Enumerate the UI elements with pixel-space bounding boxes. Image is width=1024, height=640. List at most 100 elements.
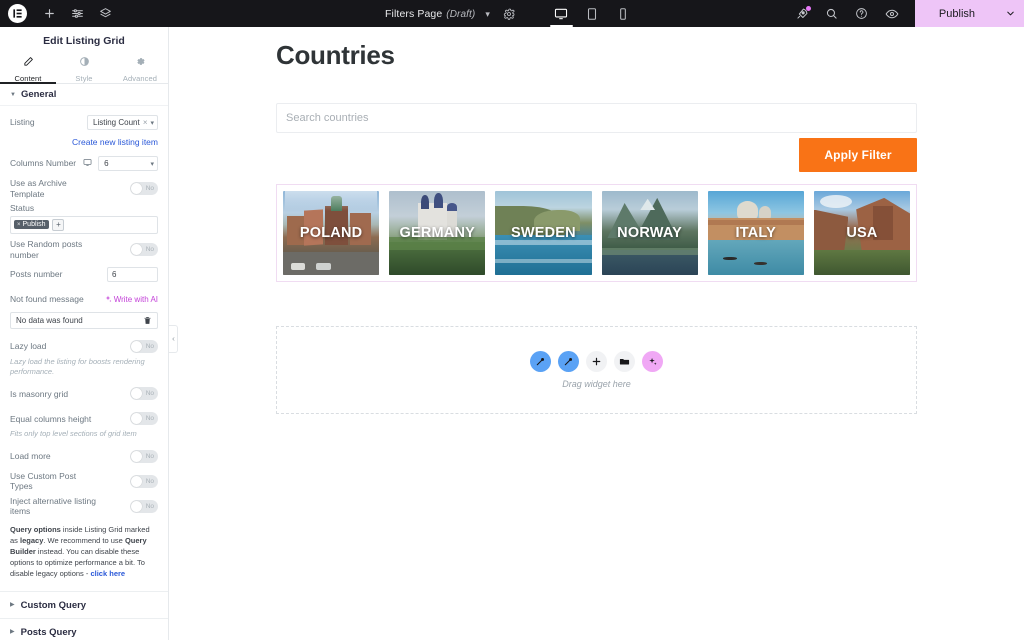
control-listing: Listing Listing Country × ▾ [10,112,158,133]
half-circle-icon [79,54,90,72]
tab-style-label: Style [75,74,93,83]
control-columns-number-label: Columns Number [10,158,92,170]
chevron-right-icon: ▶ [10,602,15,609]
close-x-icon[interactable]: × [143,118,148,127]
not-found-message-input[interactable]: No data was found [10,312,158,330]
publish-button[interactable]: Publish [914,0,997,27]
control-custom-post-types-label: Use Custom Post Types [10,470,77,492]
posts-number-input[interactable]: 6 [107,267,158,283]
document-title-text: Filters Page [385,7,443,20]
canvas-content: Countries Search countries Apply Filter [169,40,1024,415]
add-widget-magic-icon[interactable] [530,351,551,373]
listing-select[interactable]: Listing Country × ▾ [87,115,158,130]
columns-number-select[interactable]: 6 ▾ [98,156,158,171]
listing-card-germany[interactable]: GERMANY [389,191,486,276]
listing-card-caption: USA [846,225,878,242]
listing-card-sweden[interactable]: SWEDEN [495,191,592,276]
equal-columns-toggle[interactable]: No [130,412,158,426]
publish-group: Publish [914,0,1024,27]
plus-icon[interactable]: + [52,218,65,231]
custom-post-types-toggle[interactable]: No [130,474,158,488]
listing-card-usa[interactable]: USA [813,191,911,276]
dropzone-label: Drag widget here [562,379,631,390]
write-with-ai-link[interactable]: Write with AI [104,295,158,305]
layers-icon[interactable] [92,0,118,27]
listing-select-value: Listing Country [93,118,140,127]
help-icon[interactable] [847,0,877,27]
chevron-down-icon: ▾ [150,119,154,127]
chevron-right-icon: ▶ [10,629,15,636]
publish-options-chevron-down-icon[interactable] [997,0,1024,27]
archive-template-toggle[interactable]: No [130,182,158,196]
search-countries-input[interactable]: Search countries [276,103,917,134]
chevron-down-icon: ▾ [150,160,154,168]
listing-grid-widget[interactable]: POLAND GERMANY SWEDEN NORWAY ITALY USA [276,184,917,283]
document-title[interactable]: Filters Page (Draft) ▾ [385,8,490,20]
toggle-knob [131,450,142,462]
control-custom-post-types: Use Custom Post Types No [10,471,158,492]
device-tablet-button[interactable] [577,0,608,27]
drag-widget-dropzone[interactable]: Drag widget here [276,326,917,415]
notice-part-1: Query options [10,525,61,534]
device-mobile-button[interactable] [608,0,639,27]
tab-advanced[interactable]: Advanced [112,54,168,83]
elementor-logo-icon[interactable] [8,4,27,23]
control-columns-number: Columns Number 6 ▾ [10,153,158,174]
monitor-icon[interactable] [83,158,92,170]
chevron-down-icon[interactable]: ▾ [485,9,490,19]
listing-card-italy[interactable]: ITALY [707,191,804,276]
control-lazy-load: Lazy load No [10,336,158,357]
inject-alternative-toggle[interactable]: No [130,499,158,513]
tab-style[interactable]: Style [56,54,112,83]
legacy-query-notice: Query options inside Listing Grid marked… [10,525,158,579]
lazy-load-state: No [145,343,154,351]
control-masonry-label: Is masonry grid [10,388,69,399]
search-icon[interactable] [817,0,847,27]
control-masonry: Is masonry grid No [10,383,158,404]
site-launcher-icon[interactable] [787,0,817,27]
create-new-listing-item-link[interactable]: Create new listing item [10,137,158,147]
pencil-icon [23,54,34,72]
status-tag-publish[interactable]: × Publish [14,220,50,230]
close-x-icon[interactable]: × [17,222,21,228]
ai-generate-icon[interactable] [642,351,663,373]
device-desktop-button[interactable] [546,0,577,27]
posts-number-value: 6 [112,270,117,280]
apply-filter-button[interactable]: Apply Filter [799,138,917,173]
control-random-posts: Use Random posts number No [10,239,158,260]
notification-badge [805,6,811,11]
inject-alternative-state: No [145,502,154,510]
sliders-icon[interactable] [64,0,90,27]
trash-icon[interactable] [143,316,152,325]
panel-collapse-handle[interactable] [169,325,178,353]
random-posts-toggle[interactable]: No [130,243,158,256]
lazy-load-hint: Lazy load the listing for boosts renderi… [10,357,145,377]
editor-left-panel: Edit Listing Grid Content Style Advanced… [0,27,169,640]
control-inject-alternative-label: Inject alternative listing items [10,495,96,517]
listing-card-norway[interactable]: NORWAY [601,191,698,276]
control-not-found: Not found message Write with AI [10,289,158,310]
toggle-knob [131,244,142,255]
add-element-icon[interactable] [36,0,62,27]
listing-card-poland[interactable]: POLAND [283,191,380,276]
control-equal-columns: Equal columns height No [10,408,158,429]
chevron-down-icon: ▼ [10,91,16,98]
sparkle-icon [104,295,112,305]
add-element-icon[interactable] [586,351,607,373]
lazy-load-toggle[interactable]: No [130,340,158,354]
masonry-toggle[interactable]: No [130,387,158,401]
toggle-knob [131,413,142,425]
add-folder-icon[interactable] [614,351,635,373]
tab-content[interactable]: Content [0,54,56,84]
section-general-header[interactable]: ▼ General [0,84,168,106]
page-settings-gear-icon[interactable] [496,0,522,27]
add-widget-magic-alt-icon[interactable] [558,351,579,373]
accordion-custom-query[interactable]: ▶ Custom Query [0,591,168,619]
status-tag-label: Publish [22,221,46,229]
load-more-toggle[interactable]: No [130,449,158,463]
tab-content-label: Content [14,74,42,83]
preview-eye-icon[interactable] [877,0,907,27]
disable-legacy-options-link[interactable]: click here [90,569,125,578]
accordion-posts-query[interactable]: ▶ Posts Query [0,618,168,640]
status-tag-box[interactable]: × Publish + [10,215,158,234]
